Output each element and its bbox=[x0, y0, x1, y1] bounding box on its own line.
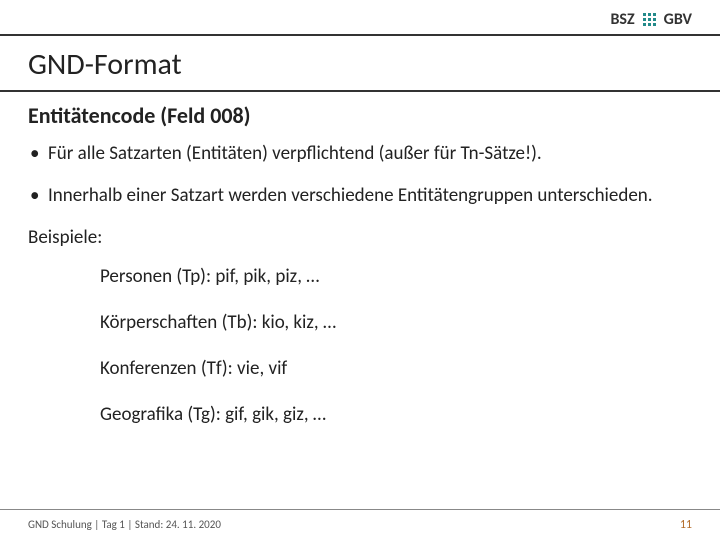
slide-subhead: Entitätencode (Feld 008) bbox=[28, 102, 251, 129]
rule-footer bbox=[0, 509, 720, 510]
bullet-list: Für alle Satzarten (Entitäten) verpflich… bbox=[28, 142, 692, 208]
slide: BSZ GBV GND-Format Entitätencode (Feld 0… bbox=[0, 0, 720, 540]
list-item: Innerhalb einer Satzart werden verschied… bbox=[28, 184, 692, 208]
examples-list: Personen (Tp): pif, pik, piz, … Körpersc… bbox=[28, 265, 692, 426]
list-item: Körperschaften (Tb): kio, kiz, … bbox=[100, 311, 692, 335]
slide-body: Für alle Satzarten (Entitäten) verpflich… bbox=[28, 142, 692, 448]
list-item: Für alle Satzarten (Entitäten) verpflich… bbox=[28, 142, 692, 166]
examples-label: Beispiele: bbox=[28, 226, 692, 250]
list-item: Geografika (Tg): gif, gik, giz, … bbox=[100, 403, 692, 427]
brand-left: BSZ bbox=[610, 10, 634, 29]
rule-subtitle bbox=[0, 90, 720, 92]
slide-title: GND-Format bbox=[28, 46, 182, 83]
brand-bar: BSZ GBV bbox=[610, 10, 692, 29]
brand-right: GBV bbox=[664, 10, 692, 29]
logo-dots-icon bbox=[643, 13, 656, 26]
rule-top bbox=[0, 34, 720, 36]
footer-text: GND Schulung | Tag 1 | Stand: 24. 11. 20… bbox=[28, 518, 221, 532]
page-number: 11 bbox=[680, 518, 692, 532]
list-item: Konferenzen (Tf): vie, vif bbox=[100, 357, 692, 381]
footer: GND Schulung | Tag 1 | Stand: 24. 11. 20… bbox=[28, 518, 692, 532]
list-item: Personen (Tp): pif, pik, piz, … bbox=[100, 265, 692, 289]
